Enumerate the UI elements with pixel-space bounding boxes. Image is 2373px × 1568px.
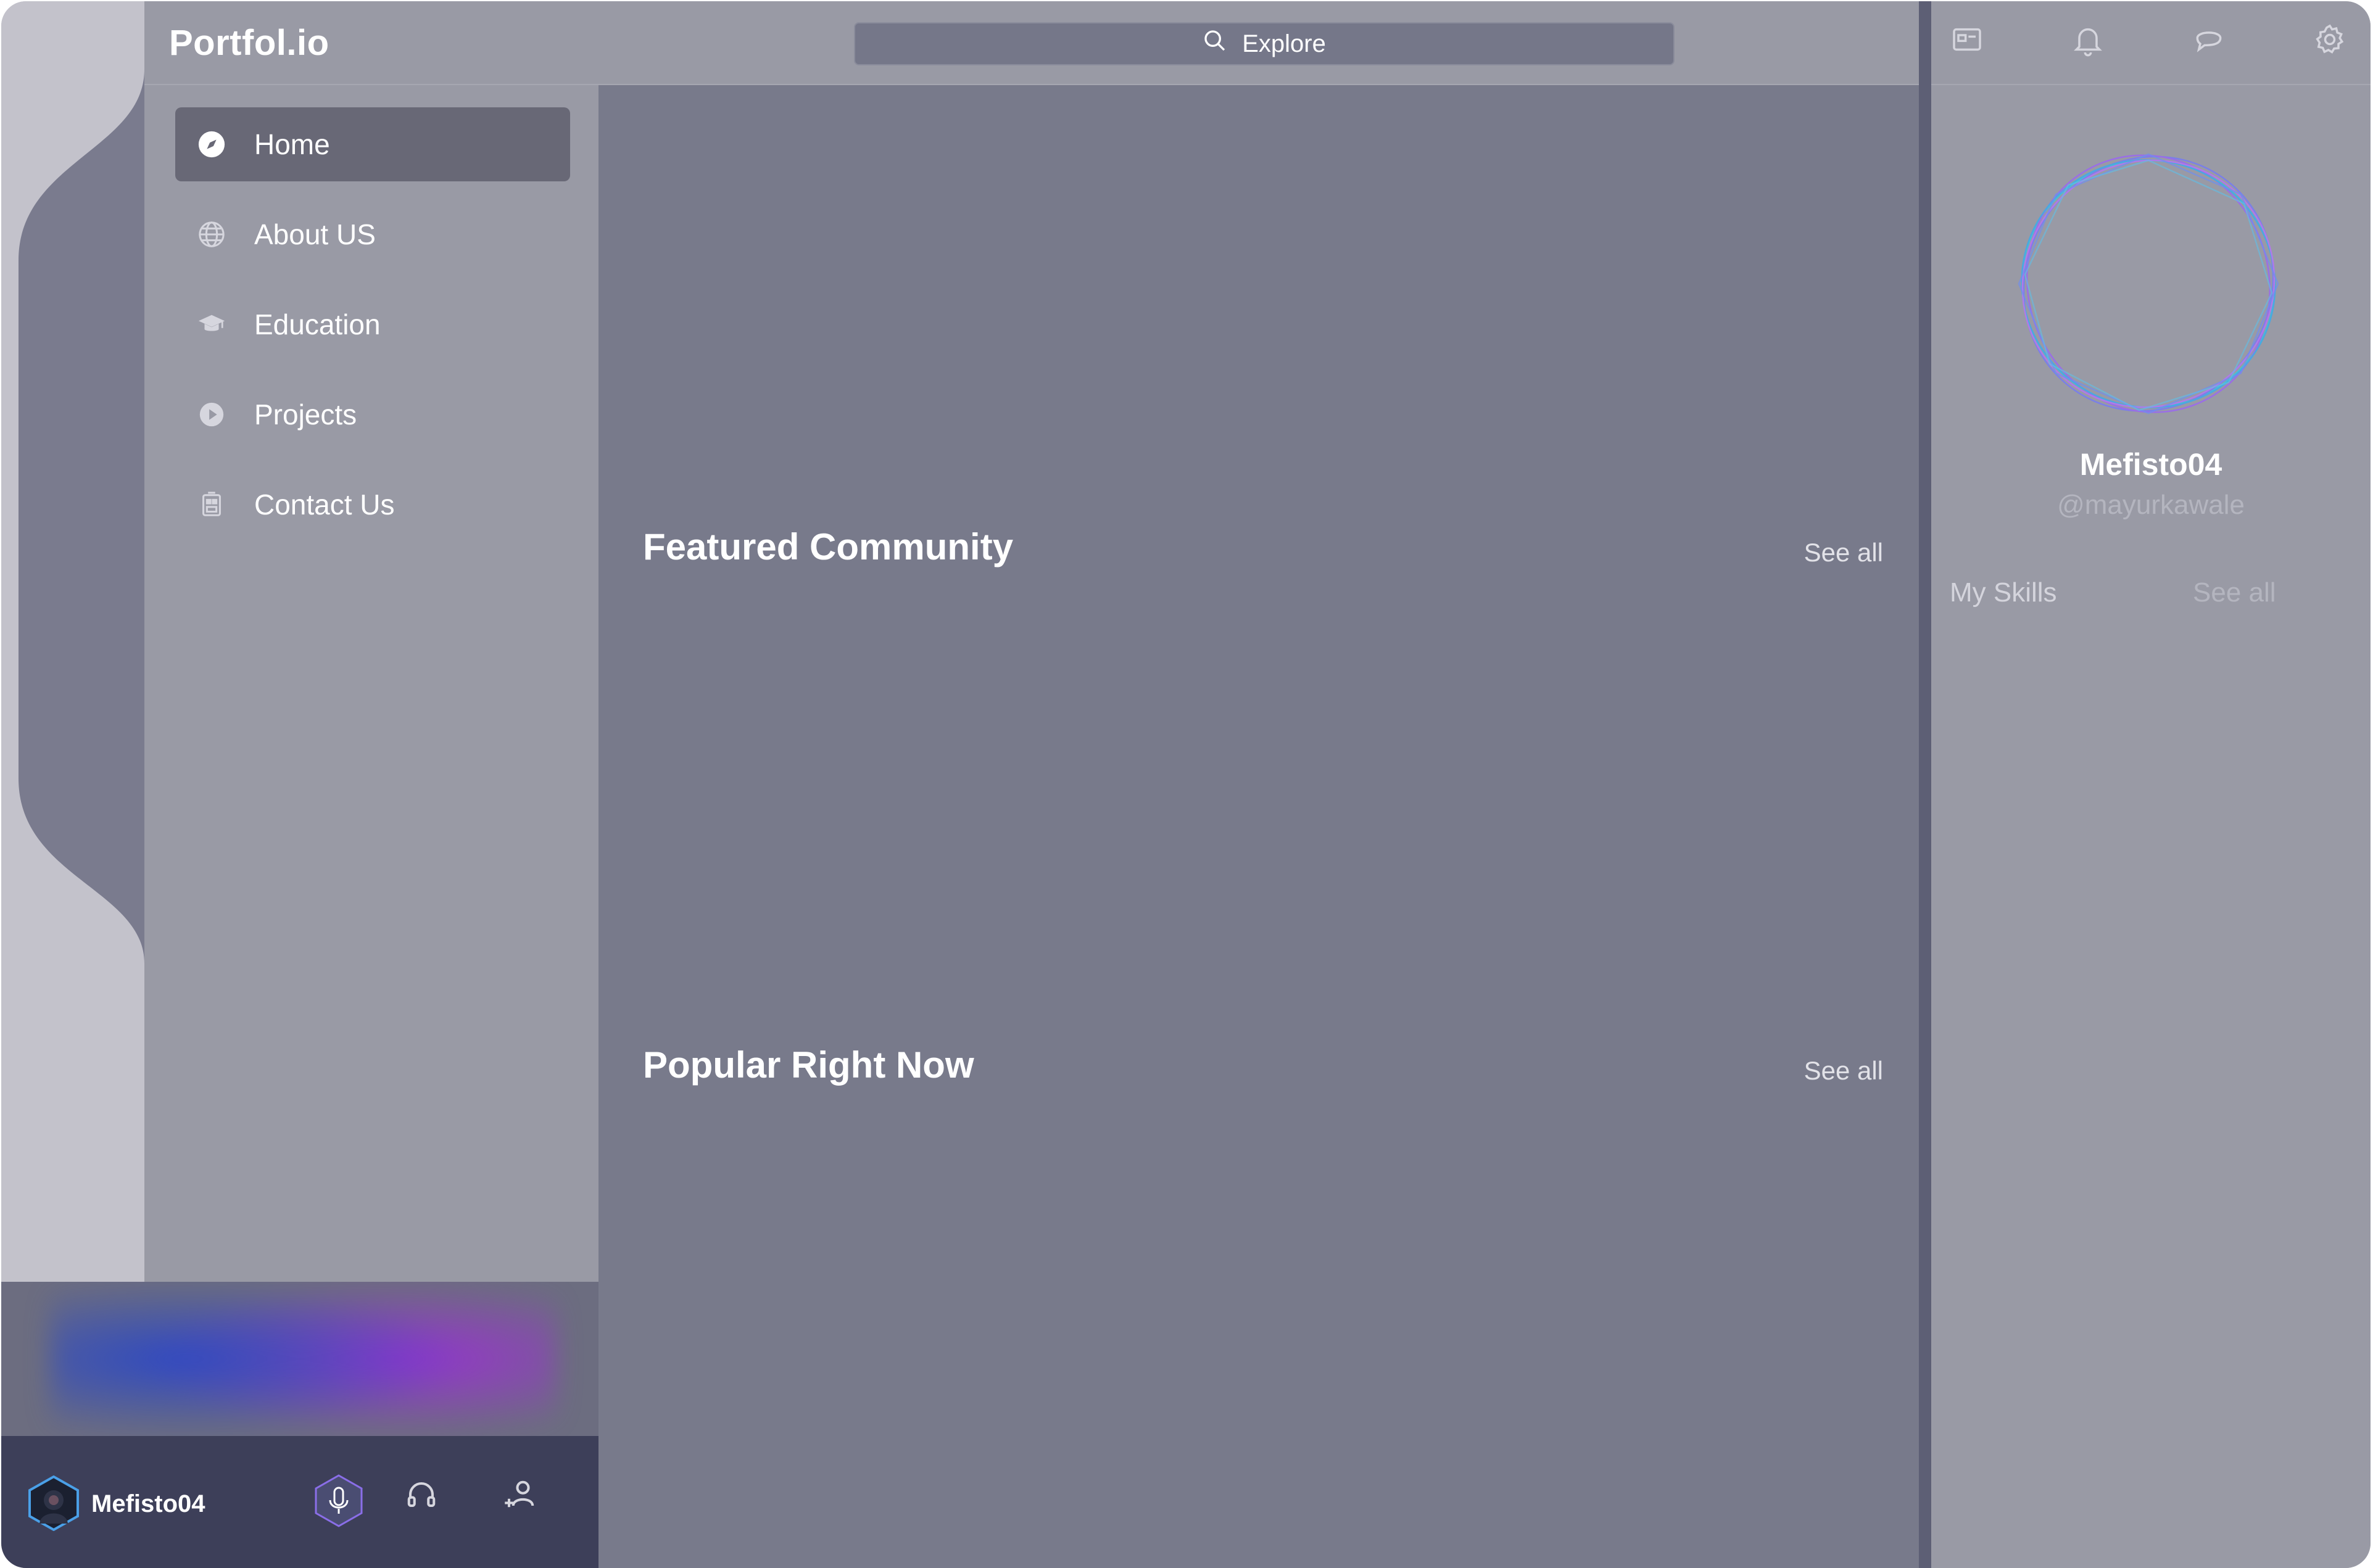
sidebar-item-label: Contact Us xyxy=(254,489,395,521)
sidebar-item-about[interactable]: About US xyxy=(175,197,570,271)
audio-visualizer xyxy=(1,1282,598,1436)
left-rail xyxy=(1,1,144,1282)
section-title-featured: Featured Community xyxy=(643,526,1014,567)
search-bar[interactable]: Explore xyxy=(854,22,1675,65)
profile-name: Mefisto04 xyxy=(2079,447,2222,482)
gear-icon[interactable] xyxy=(2313,22,2347,57)
see-all-featured-link[interactable]: See all xyxy=(1804,538,1883,567)
panel-divider xyxy=(1919,1,1931,1568)
microphone-icon[interactable] xyxy=(311,1473,367,1529)
player-username: Mefisto04 xyxy=(91,1490,205,1517)
bell-icon[interactable] xyxy=(2071,22,2105,57)
sidebar-item-home[interactable]: Home xyxy=(175,107,570,181)
sidebar-item-label: Projects xyxy=(254,398,357,431)
id-card-icon[interactable] xyxy=(1950,22,1984,57)
user-bar: Mefisto04 xyxy=(1,1436,598,1568)
section-title-popular: Popular Right Now xyxy=(643,1044,974,1086)
search-label: Explore xyxy=(1242,30,1326,57)
profile-panel: Mefisto04 @mayurkawale My Skills See all xyxy=(1931,85,2371,1568)
see-all-popular-link[interactable]: See all xyxy=(1804,1056,1883,1086)
sidebar-item-label: About US xyxy=(254,218,376,250)
app-window: Portfol.io Explore Home About US Educati… xyxy=(1,1,2371,1568)
main-content: Featured Community See all Popular Right… xyxy=(598,85,1919,1568)
see-all-skills-link[interactable]: See all xyxy=(2193,577,2276,608)
graduation-cap-icon xyxy=(197,310,226,339)
profile-avatar-ring xyxy=(2000,136,2296,432)
sidebar: Home About US Education Projects Contact… xyxy=(144,85,598,1282)
compass-icon xyxy=(197,130,226,159)
top-bar: Portfol.io Explore xyxy=(144,1,1919,85)
search-icon xyxy=(1203,28,1227,59)
profile-handle: @mayurkawale xyxy=(2057,490,2245,520)
sidebar-item-education[interactable]: Education xyxy=(175,287,570,361)
contact-icon xyxy=(197,490,226,519)
app-logo[interactable]: Portfol.io xyxy=(169,22,329,64)
globe-icon xyxy=(197,220,226,249)
sidebar-item-contact[interactable]: Contact Us xyxy=(175,468,570,542)
sidebar-item-label: Education xyxy=(254,308,381,340)
sidebar-item-label: Home xyxy=(254,128,330,160)
avatar[interactable] xyxy=(26,1475,81,1532)
sidebar-item-projects[interactable]: Projects xyxy=(175,378,570,452)
headphones-icon[interactable] xyxy=(394,1467,449,1522)
chat-icon[interactable] xyxy=(2192,22,2226,57)
waveform-graphic xyxy=(67,1329,536,1395)
add-user-icon[interactable] xyxy=(492,1467,548,1522)
right-toolbar xyxy=(1931,1,2371,85)
skills-heading: My Skills xyxy=(1950,577,2057,608)
play-circle-icon xyxy=(197,400,226,429)
